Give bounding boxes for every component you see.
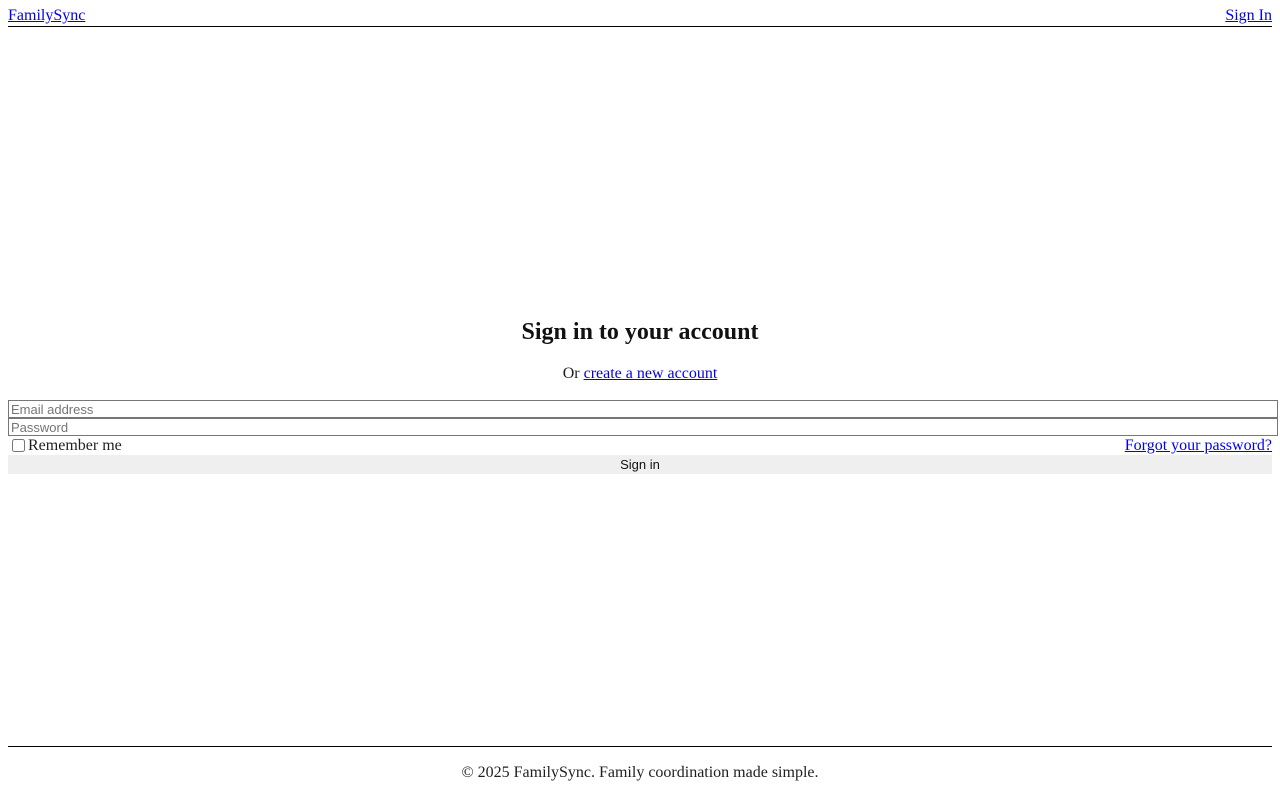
email-field[interactable] (8, 400, 1278, 418)
auth-subtitle: Or create a new account (0, 364, 1280, 384)
footer-copyright: © 2025 FamilySync. Family coordination m… (461, 764, 819, 781)
remember-me-label: Remember me (28, 437, 122, 454)
create-account-link[interactable]: create a new account (584, 365, 718, 382)
footer: © 2025 FamilySync. Family coordination m… (8, 746, 1272, 783)
sign-in-button[interactable]: Sign in (8, 455, 1272, 474)
remember-me[interactable]: Remember me (11, 436, 122, 455)
remember-me-checkbox[interactable] (12, 439, 25, 452)
top-nav: FamilySync Sign In (8, 6, 1272, 27)
page-title: Sign in to your account (521, 319, 759, 345)
forgot-password-link[interactable]: Forgot your password? (1125, 436, 1272, 455)
sign-in-form: Remember me Forgot your password? Sign i… (8, 400, 1278, 474)
brand-link[interactable]: FamilySync (8, 6, 85, 25)
form-options-row: Remember me Forgot your password? (8, 436, 1272, 455)
subtitle-prefix: Or (562, 365, 580, 382)
password-field[interactable] (8, 418, 1278, 436)
nav-sign-in-link[interactable]: Sign In (1225, 6, 1272, 25)
